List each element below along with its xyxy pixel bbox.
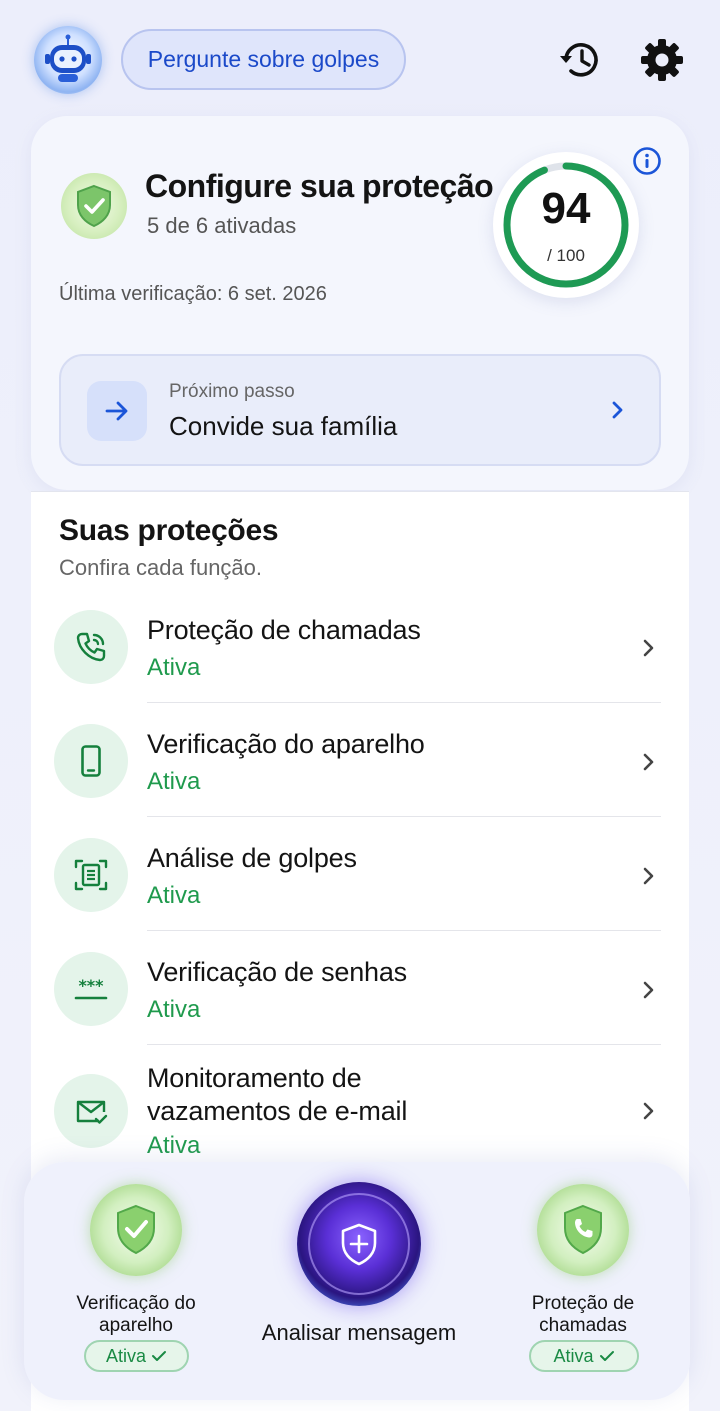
protection-name: Análise de golpes <box>147 843 357 873</box>
dock-right-label[interactable]: Proteção de chamadas <box>493 1293 673 1337</box>
analyze-message-label[interactable]: Analisar mensagem <box>224 1320 494 1346</box>
robot-avatar-icon[interactable] <box>34 26 102 94</box>
analyze-message-button[interactable] <box>297 1182 421 1306</box>
protection-progress-text: 5 de 6 ativadas <box>147 213 297 238</box>
dock-right-label-line2: chamadas <box>539 1315 627 1336</box>
protection-name: Verificação de senhas <box>147 957 407 987</box>
row-divider <box>147 1044 661 1045</box>
protections-subtitle: Confira cada função. <box>59 555 263 580</box>
protection-row-scam-analysis[interactable]: Análise de golpes Ativa <box>31 818 689 932</box>
history-icon[interactable] <box>557 36 605 84</box>
protection-status: Ativa <box>147 1132 201 1159</box>
protection-status: Ativa <box>147 882 201 909</box>
chevron-right-icon <box>637 979 659 1001</box>
protection-row-email-leak-monitoring[interactable]: Monitoramento de vazamentos de e-mail At… <box>31 1046 689 1176</box>
shield-plus-icon <box>308 1193 410 1295</box>
chevron-right-icon <box>637 865 659 887</box>
chevron-right-icon <box>637 1100 659 1122</box>
phone-call-icon <box>54 610 128 684</box>
ask-about-scams-button[interactable]: Pergunte sobre golpes <box>121 29 406 90</box>
protection-name-line1: Monitoramento de <box>147 1063 362 1093</box>
score-value: 94 <box>541 184 591 233</box>
protection-row-device-check[interactable]: Verificação do aparelho Ativa <box>31 704 689 818</box>
next-step-title: Convide sua família <box>169 411 398 441</box>
protection-title: Configure sua proteção <box>145 168 494 204</box>
call-shield-icon[interactable] <box>537 1184 629 1276</box>
status-badge-label: Ativa <box>553 1345 594 1366</box>
next-step-button[interactable]: Próximo passo Convide sua família <box>59 354 661 466</box>
protection-status: Ativa <box>147 996 201 1023</box>
status-badge: Ativa <box>529 1340 639 1372</box>
score-max: / 100 <box>547 246 585 265</box>
row-divider <box>147 816 661 817</box>
svg-text:***: *** <box>78 976 104 995</box>
protection-score-gauge[interactable]: 94 / 100 <box>493 152 639 298</box>
arrow-right-icon <box>87 381 147 441</box>
protection-name: Verificação do aparelho <box>147 729 425 759</box>
check-icon <box>152 1351 167 1361</box>
row-divider <box>147 702 661 703</box>
protection-row-call-protection[interactable]: Proteção de chamadas Ativa <box>31 590 689 704</box>
dock-right-label-line1: Proteção de <box>531 1293 635 1314</box>
bottom-dock: Verificação do aparelho Ativa Analisar m… <box>24 1162 690 1400</box>
row-divider <box>147 930 661 931</box>
ask-about-scams-label: Pergunte sobre golpes <box>147 46 380 72</box>
mail-check-icon <box>54 1074 128 1148</box>
chevron-right-icon <box>605 398 629 422</box>
protection-name: Monitoramento de vazamentos de e-mail <box>147 1062 407 1128</box>
protection-status: Ativa <box>147 768 201 795</box>
document-scan-icon <box>54 838 128 912</box>
dock-left-label-line1: Verificação do <box>76 1293 196 1314</box>
protection-row-password-check[interactable]: *** Verificação de senhas Ativa <box>31 932 689 1046</box>
top-bar: Pergunte sobre golpes <box>0 0 720 110</box>
dock-left-label[interactable]: Verificação do aparelho <box>46 1293 226 1337</box>
device-shield-icon[interactable] <box>90 1184 182 1276</box>
status-badge-label: Ativa <box>105 1345 147 1366</box>
smartphone-icon <box>54 724 128 798</box>
check-icon <box>599 1351 614 1361</box>
chevron-right-icon <box>637 637 659 659</box>
shield-check-icon <box>61 173 127 239</box>
protection-status: Ativa <box>147 654 201 681</box>
password-icon: *** <box>54 952 128 1026</box>
chevron-right-icon <box>637 751 659 773</box>
protection-summary-card: Configure sua proteção 5 de 6 ativadas Ú… <box>31 116 689 490</box>
dock-left-label-line2: aparelho <box>99 1315 173 1336</box>
protection-name: Proteção de chamadas <box>147 615 421 645</box>
protection-name-line2: vazamentos de e-mail <box>147 1096 408 1126</box>
last-check-text: Última verificação: 6 set. 2026 <box>59 283 327 305</box>
protections-title: Suas proteções <box>59 514 279 547</box>
status-badge: Ativa <box>84 1340 189 1372</box>
gear-icon[interactable] <box>638 36 686 84</box>
next-step-label: Próximo passo <box>169 381 295 402</box>
